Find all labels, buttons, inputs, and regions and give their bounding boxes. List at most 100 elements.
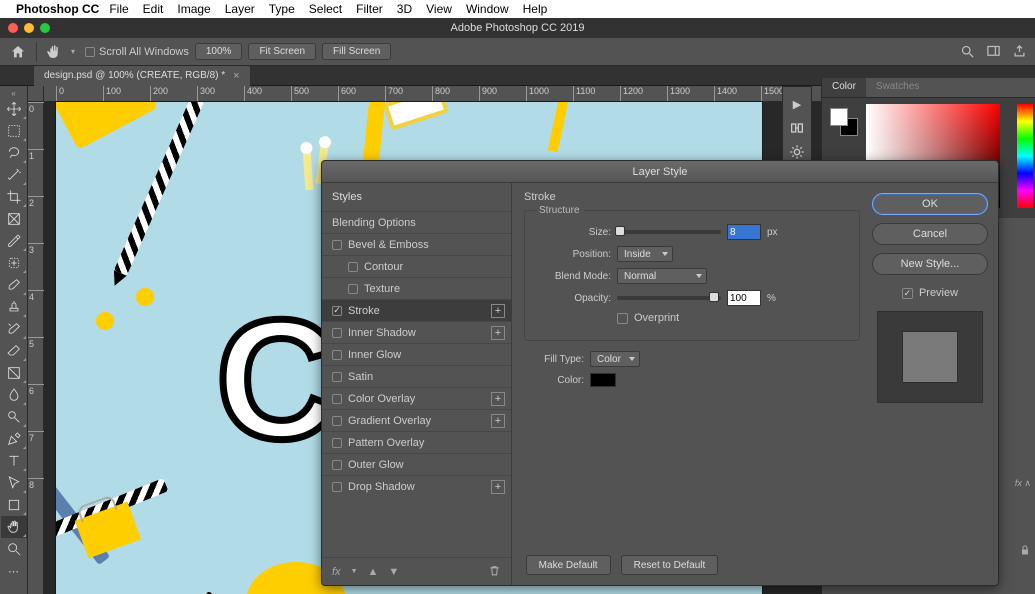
- blending-options-row[interactable]: Blending Options: [322, 211, 511, 233]
- style-row-stroke[interactable]: Stroke+: [322, 299, 511, 321]
- ruler-vertical[interactable]: 012345678: [28, 102, 44, 594]
- share-icon[interactable]: [1009, 42, 1029, 62]
- trash-icon[interactable]: [488, 564, 501, 580]
- opacity-input[interactable]: [727, 290, 761, 306]
- magic-wand-tool[interactable]: [1, 164, 27, 186]
- blur-tool[interactable]: [1, 384, 27, 406]
- tools-collapse-icon[interactable]: «: [1, 88, 27, 98]
- tool-preset-chevron-icon[interactable]: ▾: [71, 47, 75, 56]
- opacity-slider[interactable]: [617, 296, 721, 300]
- style-checkbox[interactable]: [332, 372, 342, 382]
- marquee-tool[interactable]: [1, 120, 27, 142]
- zoom-tool[interactable]: [1, 538, 27, 560]
- move-up-icon[interactable]: ▲: [368, 566, 379, 578]
- fill-screen-button[interactable]: Fill Screen: [322, 43, 391, 60]
- healing-brush-tool[interactable]: [1, 252, 27, 274]
- app-menu-name[interactable]: Photoshop CC: [16, 2, 99, 16]
- add-effect-icon[interactable]: +: [491, 392, 505, 406]
- style-checkbox[interactable]: [332, 460, 342, 470]
- scroll-all-windows-checkbox[interactable]: Scroll All Windows: [85, 46, 189, 58]
- lasso-tool[interactable]: [1, 142, 27, 164]
- lock-icon[interactable]: [1019, 544, 1031, 559]
- make-default-button[interactable]: Make Default: [526, 555, 611, 575]
- window-minimize-icon[interactable]: [24, 23, 34, 33]
- zoom-level-field[interactable]: 100%: [195, 43, 243, 60]
- new-style-button[interactable]: New Style...: [872, 253, 988, 275]
- properties-icon[interactable]: [788, 143, 806, 161]
- style-row-gradient-overlay[interactable]: Gradient Overlay+: [322, 409, 511, 431]
- path-selection-tool[interactable]: [1, 472, 27, 494]
- foreground-color-swatch[interactable]: [830, 108, 848, 126]
- hue-slider[interactable]: [1017, 104, 1033, 208]
- reset-to-default-button[interactable]: Reset to Default: [621, 555, 719, 575]
- rectangle-tool[interactable]: [1, 494, 27, 516]
- close-tab-icon[interactable]: ×: [233, 70, 239, 82]
- document-tab[interactable]: design.psd @ 100% (CREATE, RGB/8) * ×: [34, 66, 250, 86]
- stroke-color-swatch[interactable]: [590, 373, 616, 387]
- clone-stamp-tool[interactable]: [1, 296, 27, 318]
- menu-image[interactable]: Image: [177, 2, 210, 16]
- play-icon[interactable]: ▶: [788, 95, 806, 113]
- history-icon[interactable]: [788, 119, 806, 137]
- style-checkbox[interactable]: [332, 416, 342, 426]
- style-row-inner-glow[interactable]: Inner Glow: [322, 343, 511, 365]
- fx-menu-chevron-icon[interactable]: ▼: [351, 568, 358, 575]
- fx-indicator[interactable]: fx ∧: [1015, 478, 1031, 489]
- style-checkbox[interactable]: [332, 328, 342, 338]
- search-icon[interactable]: [957, 42, 977, 62]
- style-row-inner-shadow[interactable]: Inner Shadow+: [322, 321, 511, 343]
- menu-3d[interactable]: 3D: [397, 2, 412, 16]
- style-checkbox[interactable]: [332, 438, 342, 448]
- style-checkbox[interactable]: [348, 262, 358, 272]
- fx-menu-icon[interactable]: fx: [332, 566, 341, 578]
- menu-help[interactable]: Help: [523, 2, 548, 16]
- style-checkbox[interactable]: [332, 482, 342, 492]
- style-row-contour[interactable]: Contour: [322, 255, 511, 277]
- menu-file[interactable]: File: [109, 2, 128, 16]
- preview-checkbox[interactable]: [902, 288, 913, 299]
- hand-tool[interactable]: [1, 516, 27, 538]
- dialog-title[interactable]: Layer Style: [322, 161, 998, 183]
- style-row-outer-glow[interactable]: Outer Glow: [322, 453, 511, 475]
- workspace-icon[interactable]: [983, 42, 1003, 62]
- style-row-bevel-emboss[interactable]: Bevel & Emboss: [322, 233, 511, 255]
- hand-tool-icon[interactable]: [43, 42, 65, 62]
- foreground-background-swatch[interactable]: [830, 108, 858, 136]
- move-tool[interactable]: [1, 98, 27, 120]
- position-dropdown[interactable]: Inside: [617, 246, 673, 262]
- history-brush-tool[interactable]: [1, 318, 27, 340]
- menu-type[interactable]: Type: [269, 2, 295, 16]
- style-row-pattern-overlay[interactable]: Pattern Overlay: [322, 431, 511, 453]
- size-input[interactable]: [727, 224, 761, 240]
- overprint-checkbox[interactable]: [617, 313, 628, 324]
- brush-tool[interactable]: [1, 274, 27, 296]
- menu-select[interactable]: Select: [309, 2, 342, 16]
- style-checkbox[interactable]: [332, 394, 342, 404]
- cancel-button[interactable]: Cancel: [872, 223, 988, 245]
- frame-tool[interactable]: [1, 208, 27, 230]
- tab-swatches[interactable]: Swatches: [866, 78, 929, 97]
- styles-header[interactable]: Styles: [322, 183, 511, 211]
- add-effect-icon[interactable]: +: [491, 326, 505, 340]
- style-checkbox[interactable]: [332, 240, 342, 250]
- blend-mode-dropdown[interactable]: Normal: [617, 268, 707, 284]
- style-row-drop-shadow[interactable]: Drop Shadow+: [322, 475, 511, 497]
- menu-edit[interactable]: Edit: [143, 2, 164, 16]
- menu-filter[interactable]: Filter: [356, 2, 383, 16]
- style-checkbox[interactable]: [332, 350, 342, 360]
- style-checkbox[interactable]: [348, 284, 358, 294]
- ok-button[interactable]: OK: [872, 193, 988, 215]
- style-checkbox[interactable]: [332, 306, 342, 316]
- window-close-icon[interactable]: [8, 23, 18, 33]
- menu-window[interactable]: Window: [466, 2, 509, 16]
- move-down-icon[interactable]: ▼: [388, 566, 399, 578]
- size-slider[interactable]: [617, 230, 721, 234]
- add-effect-icon[interactable]: +: [491, 480, 505, 494]
- ruler-origin[interactable]: [28, 86, 44, 102]
- menu-view[interactable]: View: [426, 2, 452, 16]
- menu-layer[interactable]: Layer: [225, 2, 255, 16]
- fit-screen-button[interactable]: Fit Screen: [248, 43, 316, 60]
- window-maximize-icon[interactable]: [40, 23, 50, 33]
- pen-tool[interactable]: [1, 428, 27, 450]
- type-tool[interactable]: [1, 450, 27, 472]
